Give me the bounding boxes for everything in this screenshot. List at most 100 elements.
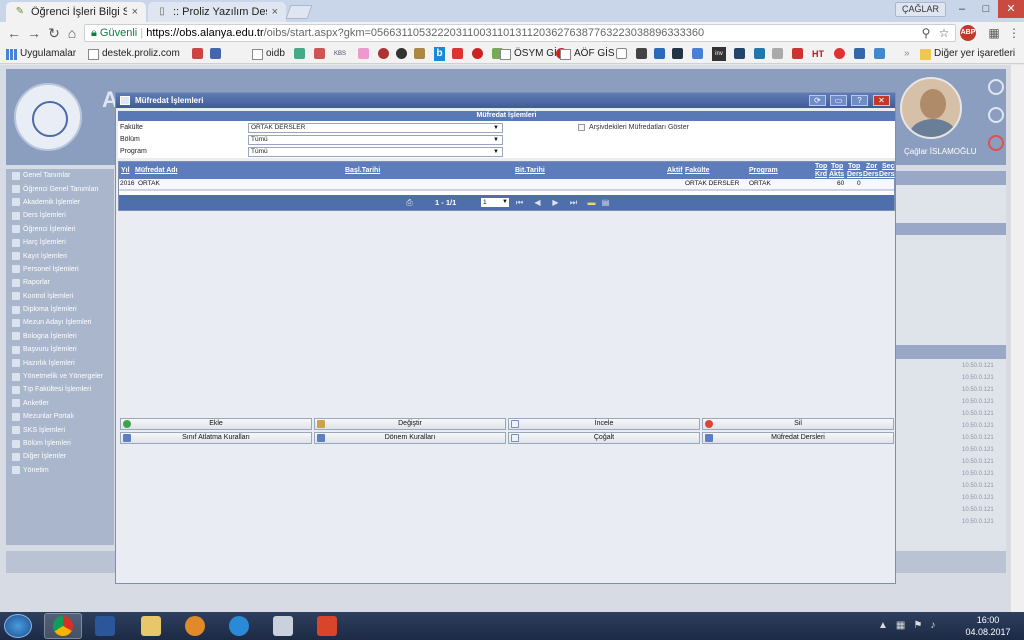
sidebar-item[interactable]: Öğrenci Genel Tanımları	[6, 182, 114, 195]
sidebar-item[interactable]: Yönetim	[6, 464, 114, 477]
forward-icon[interactable]: →	[26, 25, 42, 41]
faculty-select[interactable]: ORTAK DERSLER ▼	[248, 123, 503, 133]
sidebar-item[interactable]: Yönetmelik ve Yönergeler	[6, 370, 114, 383]
help-icon[interactable]: ?	[851, 95, 868, 106]
maximize-button[interactable]: □	[974, 0, 998, 18]
bookmark-inv[interactable]: inv	[712, 47, 726, 61]
add-button[interactable]: Ekle	[120, 418, 312, 430]
menu-icon[interactable]: ⋮	[1006, 25, 1022, 41]
bookmark-circle-icon[interactable]	[378, 48, 389, 59]
col-zor-ders-line2[interactable]: Ders	[863, 171, 879, 178]
bookmark-green-icon[interactable]	[294, 48, 305, 59]
bookmark-aof[interactable]: AÖF GİS	[560, 47, 615, 61]
col-top-krd-line2[interactable]: Krd	[815, 171, 827, 178]
extension-icon[interactable]: ▦	[986, 25, 1002, 41]
bookmark-brown-icon[interactable]	[414, 48, 425, 59]
zoom-icon[interactable]: ⚲	[918, 25, 934, 41]
bookmark-red-icon[interactable]	[192, 48, 203, 59]
restore-icon[interactable]: ▭	[830, 95, 847, 106]
bookmark-blue-icon[interactable]	[874, 48, 885, 59]
bookmark-red-icon[interactable]	[452, 48, 463, 59]
start-button[interactable]	[4, 614, 32, 638]
bookmark-circle-icon[interactable]	[472, 48, 483, 59]
home-icon[interactable]: ⌂	[64, 25, 80, 41]
col-top-akts-line1[interactable]: Top	[831, 163, 843, 170]
tray-expand-icon[interactable]: ▲	[878, 620, 888, 631]
sidebar-item[interactable]: Mezun Adayı İşlemleri	[6, 316, 114, 329]
bookmark-blue-icon[interactable]	[692, 48, 703, 59]
sidebar-item[interactable]: Ders İşlemleri	[6, 209, 114, 222]
bookmark-blue-icon[interactable]	[754, 48, 765, 59]
gear-icon[interactable]	[988, 107, 1004, 123]
bookmark-oidb[interactable]: oidb	[252, 47, 285, 61]
bookmark-destek[interactable]: destek.proliz.com	[88, 47, 180, 61]
tab-close-icon[interactable]: ×	[272, 6, 278, 18]
excel-icon[interactable]: ▬	[587, 198, 596, 207]
minimize-button[interactable]: –	[950, 0, 974, 18]
print-icon[interactable]: ⎙	[405, 198, 414, 207]
bookmark-circle-icon[interactable]	[834, 48, 845, 59]
sidebar-item[interactable]: Kontrol İşlemleri	[6, 290, 114, 303]
next-page-icon[interactable]: ▶	[551, 198, 560, 207]
sidebar-item[interactable]: SKS İşlemleri	[6, 423, 114, 436]
sidebar-item[interactable]: Bölüm İşlemleri	[6, 437, 114, 450]
sidebar-item[interactable]: Akademik İşlemler	[6, 196, 114, 209]
close-icon[interactable]: ✕	[873, 95, 890, 106]
sidebar-item[interactable]: Öğrenci İşlemleri	[6, 223, 114, 236]
duplicate-button[interactable]: Çoğalt	[508, 432, 700, 444]
taskbar-app[interactable]	[308, 613, 346, 639]
back-icon[interactable]: ←	[6, 25, 22, 41]
sidebar-item[interactable]: Anketler	[6, 397, 114, 410]
bookmark-dark-icon[interactable]	[672, 48, 683, 59]
prev-page-icon[interactable]: ◀	[533, 198, 542, 207]
tab-obs[interactable]: ✎ Öğrenci İşleri Bilgi Sistem ×	[6, 2, 146, 22]
sidebar-item[interactable]: Diğer İşlemler	[6, 450, 114, 463]
flag-icon[interactable]: ⚑	[913, 620, 922, 631]
col-zor-ders-line1[interactable]: Zor	[866, 163, 877, 170]
page-scrollbar[interactable]	[1010, 65, 1024, 612]
new-tab-button[interactable]	[285, 5, 313, 19]
bookmark-red-icon[interactable]	[792, 48, 803, 59]
bookmark-facebook-icon[interactable]	[654, 48, 665, 59]
col-sec-ders-line1[interactable]: Seç	[882, 163, 894, 170]
sidebar-item[interactable]: Personel İşlemleri	[6, 263, 114, 276]
taskbar-media[interactable]	[176, 613, 214, 639]
page-select[interactable]: 1 ▼	[481, 198, 509, 207]
col-fakulte[interactable]: Fakülte	[685, 167, 710, 174]
archive-checkbox[interactable]	[578, 124, 585, 131]
bookmark-dark-icon[interactable]	[636, 48, 647, 59]
page-icon[interactable]	[616, 48, 627, 59]
curriculum-courses-button[interactable]: Müfredat Dersleri	[702, 432, 894, 444]
edit-button[interactable]: Değiştir	[314, 418, 506, 430]
inspect-button[interactable]: İncele	[508, 418, 700, 430]
col-program[interactable]: Program	[749, 167, 778, 174]
bookmarks-overflow[interactable]: »	[904, 47, 910, 61]
url-input[interactable]: 🔒︎ Güvenli | https://obs.alanya.edu.tr/o…	[84, 24, 956, 42]
power-icon[interactable]	[988, 135, 1004, 151]
adblock-icon[interactable]: ABP	[960, 25, 976, 41]
col-mufredat-adi[interactable]: Müfredat Adı	[135, 167, 178, 174]
archive-checkbox-wrapper[interactable]: Arşivdekileri Müfredatları Göster	[578, 124, 689, 131]
col-bitis-tarihi[interactable]: Bit.Tarihi	[515, 167, 545, 174]
sidebar-item[interactable]: Raporlar	[6, 276, 114, 289]
reload-icon[interactable]: ↻	[46, 25, 62, 41]
sidebar-item[interactable]: Bologna İşlemleri	[6, 330, 114, 343]
sidebar-item[interactable]: Mezunlar Portalı	[6, 410, 114, 423]
refresh-icon[interactable]: ⟳	[809, 95, 826, 106]
network-icon[interactable]: ▦	[896, 620, 905, 631]
bookmark-dark-icon[interactable]	[734, 48, 745, 59]
col-top-ders-line1[interactable]: Top	[848, 163, 860, 170]
profile-button[interactable]: ÇAĞLAR	[894, 2, 946, 17]
taskbar-word[interactable]	[86, 613, 124, 639]
taskbar-chrome[interactable]	[44, 613, 82, 639]
col-top-ders-line2[interactable]: Ders	[847, 171, 863, 178]
bookmark-grey-icon[interactable]	[772, 48, 783, 59]
col-top-krd-line1[interactable]: Top	[815, 163, 827, 170]
taskbar-calculator[interactable]	[264, 613, 302, 639]
col-sec-ders-line2[interactable]: Ders	[879, 171, 895, 178]
tab-close-icon[interactable]: ×	[132, 6, 138, 18]
col-aktif[interactable]: Aktif	[667, 167, 683, 174]
taskbar-explorer[interactable]	[132, 613, 170, 639]
close-window-button[interactable]: ✕	[998, 0, 1024, 18]
sidebar-item[interactable]: Diploma İşlemleri	[6, 303, 114, 316]
